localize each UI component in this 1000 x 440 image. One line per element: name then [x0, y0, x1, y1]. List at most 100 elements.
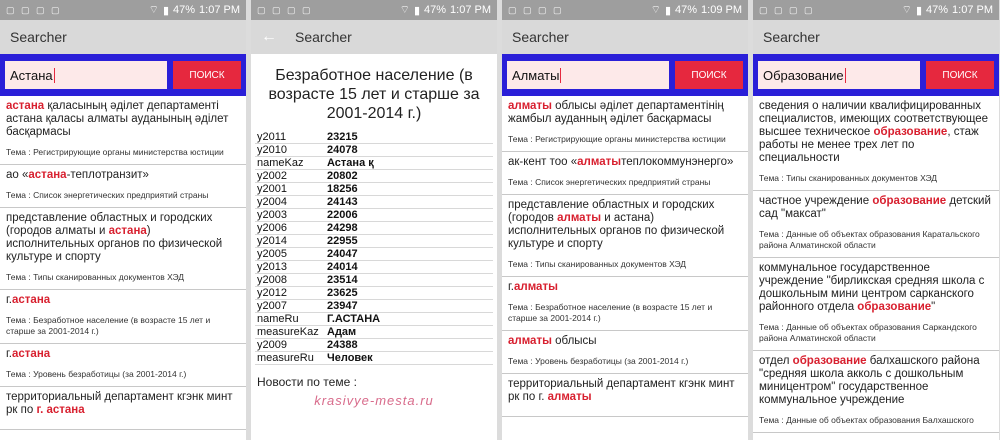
result-topic: Тема : Данные об объектах образования Са…	[759, 322, 977, 343]
result-topic: Тема : Уровень безработицы (за 2001-2014…	[508, 356, 689, 366]
highlighted-match: алматы	[557, 212, 602, 224]
detail-row: y2003 22006	[255, 208, 493, 222]
screen-search-education: ▢ ▢ ▢ ▢ ⌔ ▮ 47% 1:07 PM Searcher Образов…	[753, 0, 999, 440]
text-caret	[53, 67, 55, 83]
highlighted-match: алматы	[547, 391, 592, 403]
screen-search-almaty: ▢ ▢ ▢ ▢ ⌔ ▮ 47% 1:09 PM Searcher Алматы …	[502, 0, 748, 440]
result-item[interactable]: частное учреждение образование детский с…	[753, 191, 999, 258]
search-button[interactable]: ПОИСК	[173, 61, 241, 89]
detail-row: nameRu Г.АСТАНА	[255, 312, 493, 326]
field-name: y2012	[255, 286, 325, 300]
search-query: Образование	[763, 67, 844, 83]
clock: 1:07 PM	[952, 4, 993, 16]
highlighted-match: астана	[28, 169, 67, 181]
search-input[interactable]: Астана	[5, 61, 167, 89]
detail-row: y2001 18256	[255, 182, 493, 196]
text-caret	[844, 67, 846, 83]
field-name: y2001	[255, 182, 325, 196]
notification-icons: ▢ ▢ ▢ ▢	[508, 4, 564, 15]
result-text-segment: "	[931, 301, 936, 313]
result-item[interactable]: коммунальное государственное учреждение …	[753, 258, 999, 351]
detail-row: y2011 23215	[255, 131, 493, 144]
result-item[interactable]: отдел образование балхашского района "ср…	[753, 351, 999, 433]
back-arrow-icon[interactable]: ←	[261, 28, 277, 46]
result-text: г.алматы	[508, 281, 742, 294]
result-topic: Тема : Данные об объектах образования Ка…	[759, 229, 980, 250]
search-query: Алматы	[512, 67, 560, 83]
result-item[interactable]: ак-кент тоо «алматытеплокоммунэнерго» Тем…	[502, 152, 748, 195]
wifi-icon: ⌔	[399, 4, 410, 16]
result-text: сведения о наличии квалифицированных спе…	[759, 100, 993, 165]
highlighted-match: алматы	[508, 100, 552, 112]
result-topic: Тема : Данные об объектах образования Ба…	[759, 415, 974, 425]
clock: 1:07 PM	[199, 4, 240, 16]
results-list: алматы облысы әділет департаментінің жам…	[502, 96, 748, 417]
app-title: Searcher	[295, 29, 352, 45]
result-item[interactable]: алматы облысы Тема : Уровень безработицы …	[502, 331, 748, 374]
result-text-segment: частное учреждение	[759, 195, 873, 207]
result-text: ао «астана-теплотранзит»	[6, 169, 240, 182]
detail-row: y2002 20802	[255, 169, 493, 183]
result-text-segment: облысы	[551, 335, 597, 347]
search-button[interactable]: ПОИСК	[926, 61, 994, 89]
highlighted-match: образование	[873, 126, 948, 138]
highlighted-match: алматы	[508, 335, 552, 347]
result-topic: Тема : Регистрирующие органы министерств…	[508, 134, 726, 144]
app-bar: Searcher	[502, 20, 748, 54]
result-item[interactable]: г.алматы Тема : Безработное население (в …	[502, 277, 748, 331]
result-item[interactable]: сведения о наличии квалифицированных спе…	[753, 96, 999, 191]
detail-row: y2006 24298	[255, 221, 493, 235]
search-input[interactable]: Алматы	[507, 61, 669, 89]
result-item[interactable]: г.астана Тема : Уровень безработицы (за 2…	[0, 344, 246, 387]
result-text: территориальный департамент кгэнк минт р…	[508, 378, 742, 404]
result-item[interactable]: представление областных и городских (гор…	[502, 195, 748, 277]
detail-title: Безработное население (в возрасте 15 лет…	[268, 67, 480, 122]
field-name: y2002	[255, 169, 325, 183]
field-name: y2004	[255, 195, 325, 209]
detail-row: y2009 24388	[255, 338, 493, 352]
result-text-segment: территориальный департамент кгэнк минт р…	[508, 378, 735, 403]
notification-icons: ▢ ▢ ▢ ▢	[6, 4, 62, 15]
search-bar: Образование ПОИСК	[753, 54, 999, 96]
field-name: y2014	[255, 234, 325, 248]
detail-row: nameKaz Астана қ	[255, 156, 493, 170]
result-item[interactable]: территориальный департамент кгэнк минт р…	[502, 374, 748, 417]
field-value: 22006	[325, 208, 493, 222]
search-input[interactable]: Образование	[758, 61, 920, 89]
wifi-icon: ⌔	[650, 4, 661, 16]
highlighted-match: образование	[792, 355, 867, 367]
detail-row: y2014 22955	[255, 234, 493, 248]
detail-row: y2007 23947	[255, 299, 493, 313]
field-name: y2013	[255, 260, 325, 274]
field-value: 23215	[325, 131, 493, 144]
search-query: Астана	[10, 67, 53, 83]
result-text: алматы облысы	[508, 335, 742, 348]
result-text-segment: -теплотранзит»	[66, 169, 149, 181]
text-caret	[560, 67, 562, 83]
result-text: отдел образование балхашского района "ср…	[759, 355, 993, 407]
field-name: y2008	[255, 273, 325, 287]
result-item[interactable]: г.астана Тема : Безработное население (в …	[0, 290, 246, 344]
clock: 1:09 PM	[701, 4, 742, 16]
battery-level: 47%	[675, 4, 698, 16]
result-topic: Тема : Список энергетических предприятий…	[508, 177, 711, 187]
search-button[interactable]: ПОИСК	[675, 61, 743, 89]
field-value: Человек	[325, 351, 493, 365]
notification-icons: ▢ ▢ ▢ ▢	[759, 4, 815, 15]
search-bar: Астана ПОИСК	[0, 54, 246, 96]
highlighted-match: астана	[12, 294, 51, 306]
field-value: 24143	[325, 195, 493, 209]
wifi-icon: ⌔	[901, 4, 912, 16]
result-item[interactable]: территориальный департамент кгэнк минт р…	[0, 387, 246, 430]
field-name: nameRu	[255, 312, 325, 326]
field-value: 24078	[325, 143, 493, 157]
result-item[interactable]: ао «астана-теплотранзит» Тема : Список эн…	[0, 165, 246, 208]
highlighted-match: образование	[872, 195, 947, 207]
field-name: y2007	[255, 299, 325, 313]
app-bar: Searcher	[0, 20, 246, 54]
field-value: Астана қ	[325, 156, 493, 170]
result-item[interactable]: астана қаласының әділет департаменті аст…	[0, 96, 246, 165]
app-bar: Searcher	[753, 20, 999, 54]
result-item[interactable]: представление областных и городских (гор…	[0, 208, 246, 290]
result-item[interactable]: алматы облысы әділет департаментінің жам…	[502, 96, 748, 152]
